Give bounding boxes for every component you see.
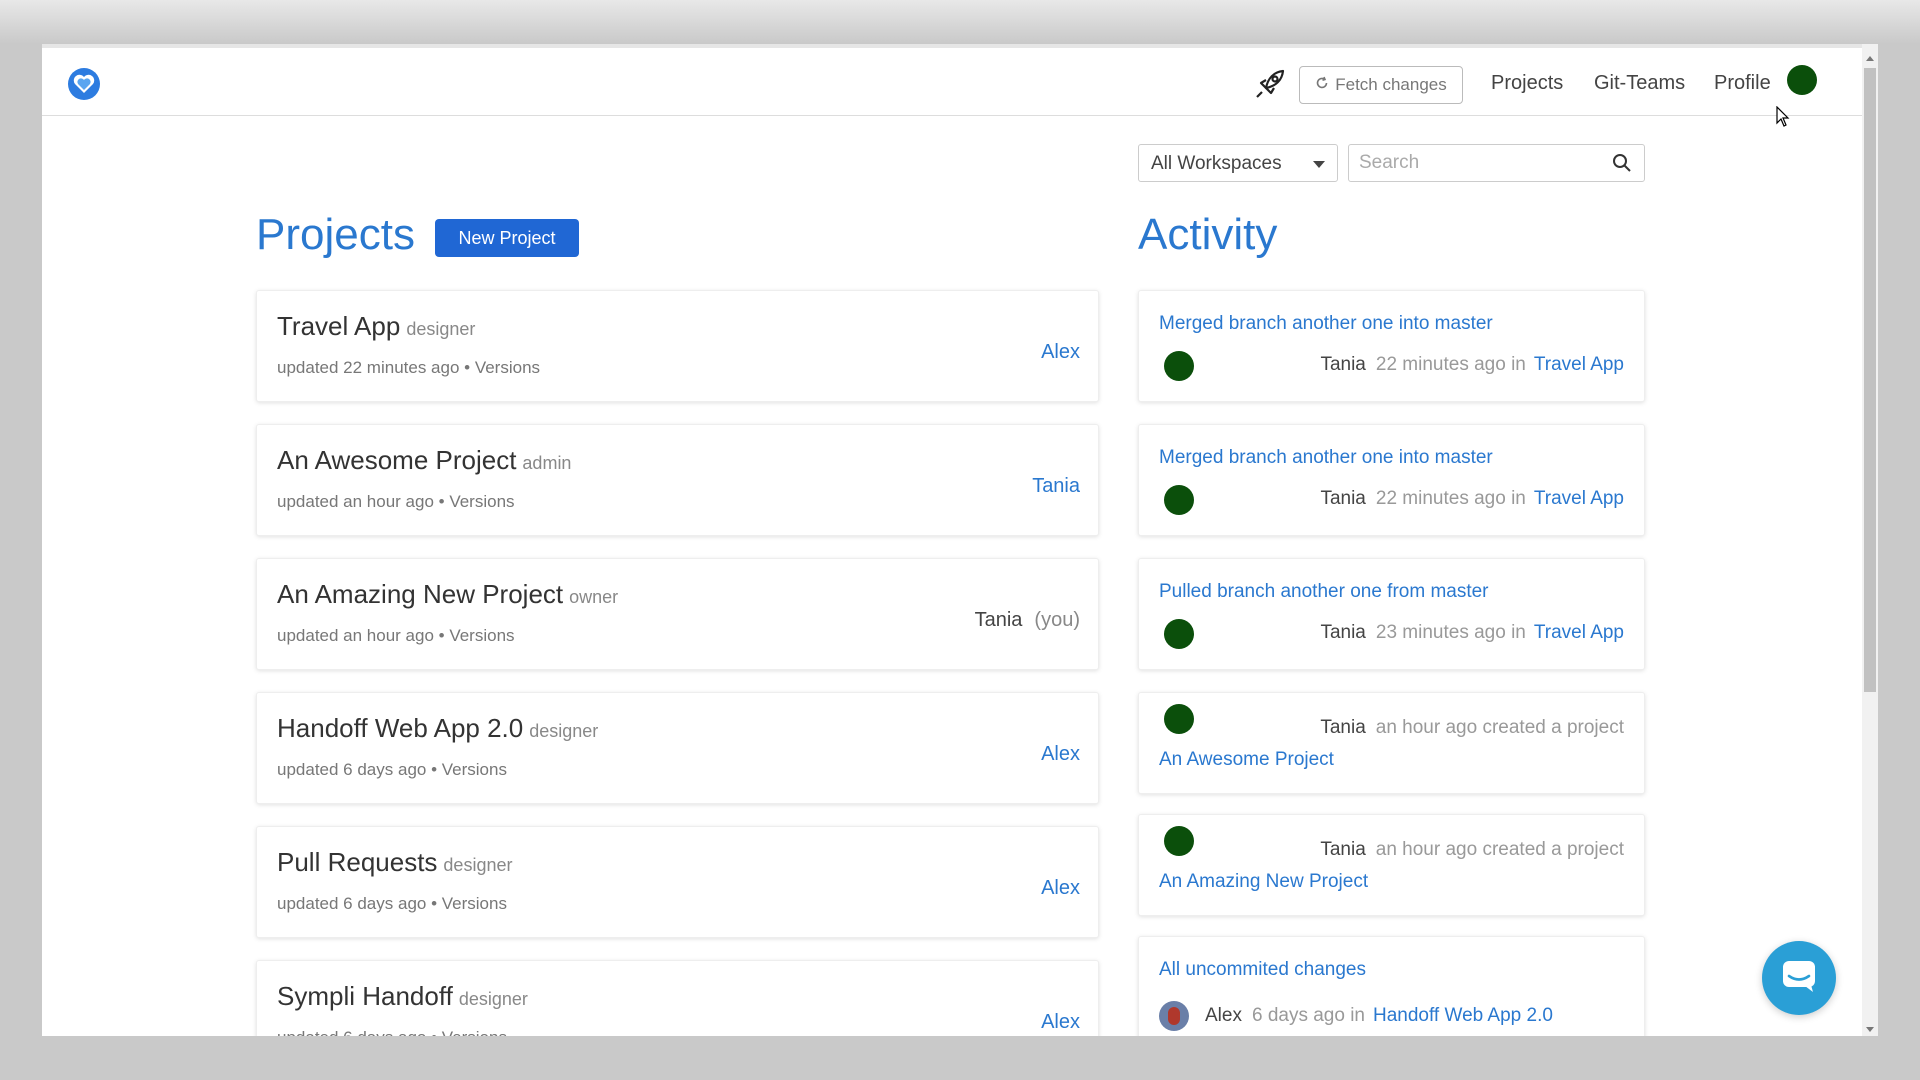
- activity-project-link[interactable]: An Amazing New Project: [1159, 871, 1368, 893]
- chat-launcher-button[interactable]: [1762, 941, 1836, 1015]
- project-updated: updated 6 days ago: [277, 894, 427, 913]
- project-versions-link[interactable]: Versions: [475, 358, 540, 377]
- project-card[interactable]: Travel App designer updated 22 minutes ag…: [256, 290, 1099, 402]
- project-versions-link[interactable]: Versions: [442, 894, 507, 913]
- scrollbar-thumb[interactable]: [1864, 68, 1876, 692]
- project-owner-self: Tania (you): [975, 609, 1080, 632]
- top-navbar: Fetch changes Projects Git-Teams Profile: [42, 48, 1862, 127]
- nav-git-teams-link[interactable]: Git-Teams: [1594, 72, 1685, 95]
- new-project-button[interactable]: New Project: [435, 219, 579, 257]
- project-owner[interactable]: Tania: [1032, 475, 1080, 498]
- scroll-up-icon[interactable]: [1866, 56, 1874, 61]
- project-name[interactable]: An Awesome Project: [277, 445, 516, 475]
- project-versions-link[interactable]: Versions: [449, 626, 514, 645]
- project-role: designer: [443, 855, 513, 875]
- activity-user: Tania: [1320, 488, 1366, 509]
- search-icon[interactable]: [1612, 153, 1632, 178]
- project-name[interactable]: Handoff Web App 2.0: [277, 713, 523, 743]
- user-avatar[interactable]: [1164, 704, 1194, 734]
- activity-title-link[interactable]: All uncommited changes: [1159, 959, 1366, 981]
- activity-title-link[interactable]: Merged branch another one into master: [1159, 313, 1493, 335]
- user-avatar[interactable]: [1164, 826, 1194, 856]
- activity-time: 22 minutes ago in: [1375, 354, 1526, 375]
- project-role: designer: [529, 721, 599, 741]
- project-versions-link[interactable]: Versions: [442, 1028, 507, 1036]
- project-card[interactable]: An Amazing New Project owner updated an h…: [256, 558, 1099, 670]
- project-name[interactable]: An Amazing New Project: [277, 579, 563, 609]
- project-name[interactable]: Sympli Handoff: [277, 981, 453, 1011]
- fetch-changes-label: Fetch changes: [1335, 75, 1447, 94]
- activity-time: 23 minutes ago in: [1375, 622, 1526, 643]
- activity-title-link[interactable]: Pulled branch another one from master: [1159, 581, 1489, 603]
- activity-project-link[interactable]: An Awesome Project: [1159, 749, 1334, 771]
- mouse-cursor-icon: [1776, 105, 1790, 133]
- project-card[interactable]: Pull Requests designer updated 6 days ago…: [256, 826, 1099, 938]
- activity-card: Merged branch another one into master Ta…: [1138, 290, 1645, 402]
- activity-card: Pulled branch another one from master Ta…: [1138, 558, 1645, 670]
- activity-time: 6 days ago in: [1251, 1005, 1365, 1026]
- project-name[interactable]: Travel App: [277, 311, 400, 341]
- activity-time: an hour ago created a project: [1375, 839, 1624, 860]
- project-owner[interactable]: Alex: [1041, 1011, 1080, 1034]
- nav-profile-link[interactable]: Profile: [1714, 72, 1771, 95]
- project-updated: updated 22 minutes ago: [277, 358, 460, 377]
- activity-card: Merged branch another one into master Ta…: [1138, 424, 1645, 536]
- activity-card: Tania an hour ago created a project An Aw…: [1138, 692, 1645, 794]
- project-owner-name: Tania: [974, 609, 1023, 631]
- project-name[interactable]: Pull Requests: [277, 847, 437, 877]
- activity-card: All uncommited changes Alex 6 days ago i…: [1138, 936, 1645, 1036]
- activity-project-link[interactable]: Handoff Web App 2.0: [1373, 1005, 1553, 1027]
- app-window: Fetch changes Projects Git-Teams Profile…: [42, 44, 1878, 1036]
- project-owner[interactable]: Alex: [1041, 341, 1080, 364]
- project-role: admin: [522, 453, 572, 473]
- user-avatar[interactable]: [1164, 351, 1194, 381]
- activity-user: Tania: [1320, 354, 1366, 375]
- user-avatar[interactable]: [1164, 485, 1194, 515]
- project-versions-link[interactable]: Versions: [449, 492, 514, 511]
- activity-card: Tania an hour ago created a project An Am…: [1138, 814, 1645, 916]
- scroll-down-icon[interactable]: [1866, 1027, 1874, 1032]
- project-versions-link[interactable]: Versions: [442, 760, 507, 779]
- project-owner[interactable]: Alex: [1041, 877, 1080, 900]
- user-avatar-photo[interactable]: [1159, 1001, 1189, 1031]
- search-input[interactable]: [1349, 145, 1589, 181]
- project-updated: updated 6 days ago: [277, 760, 427, 779]
- project-role: designer: [458, 989, 528, 1009]
- nav-projects-link[interactable]: Projects: [1491, 72, 1563, 95]
- project-updated: updated an hour ago: [277, 492, 434, 511]
- project-card[interactable]: An Awesome Project admin updated an hour …: [256, 424, 1099, 536]
- activity-heading: Activity: [1138, 210, 1278, 259]
- rocket-icon[interactable]: [1252, 66, 1288, 102]
- logo-icon[interactable]: [68, 68, 100, 100]
- projects-heading: Projects: [256, 210, 415, 259]
- project-owner[interactable]: Alex: [1041, 743, 1080, 766]
- activity-time: 22 minutes ago in: [1375, 488, 1526, 509]
- project-role: owner: [569, 587, 619, 607]
- project-updated: updated an hour ago: [277, 626, 434, 645]
- profile-avatar[interactable]: [1787, 65, 1817, 95]
- caret-down-icon: [1313, 161, 1325, 168]
- activity-user: Tania: [1320, 622, 1366, 643]
- activity-project-link[interactable]: Travel App: [1534, 488, 1624, 509]
- workspace-selected-value: All Workspaces: [1151, 153, 1282, 174]
- user-avatar[interactable]: [1164, 619, 1194, 649]
- activity-user: Alex: [1205, 1005, 1242, 1026]
- fetch-changes-button[interactable]: Fetch changes: [1299, 66, 1463, 104]
- activity-user: Tania: [1320, 717, 1366, 738]
- activity-user: Tania: [1320, 839, 1366, 860]
- project-updated: updated 6 days ago: [277, 1028, 426, 1036]
- owner-you-tag: (you): [1034, 609, 1080, 631]
- search-box: [1348, 144, 1645, 182]
- activity-project-link[interactable]: Travel App: [1534, 354, 1624, 375]
- project-role: designer: [406, 319, 476, 339]
- workspace-select[interactable]: All Workspaces: [1138, 144, 1338, 182]
- refresh-icon: [1315, 75, 1329, 95]
- activity-project-link[interactable]: Travel App: [1534, 622, 1624, 643]
- project-card[interactable]: Sympli Handoffdesigner updated 6 days ag…: [256, 960, 1099, 1036]
- activity-title-link[interactable]: Merged branch another one into master: [1159, 447, 1493, 469]
- activity-time: an hour ago created a project: [1375, 717, 1624, 738]
- project-card[interactable]: Handoff Web App 2.0 designer updated 6 da…: [256, 692, 1099, 804]
- chat-icon: [1781, 959, 1817, 998]
